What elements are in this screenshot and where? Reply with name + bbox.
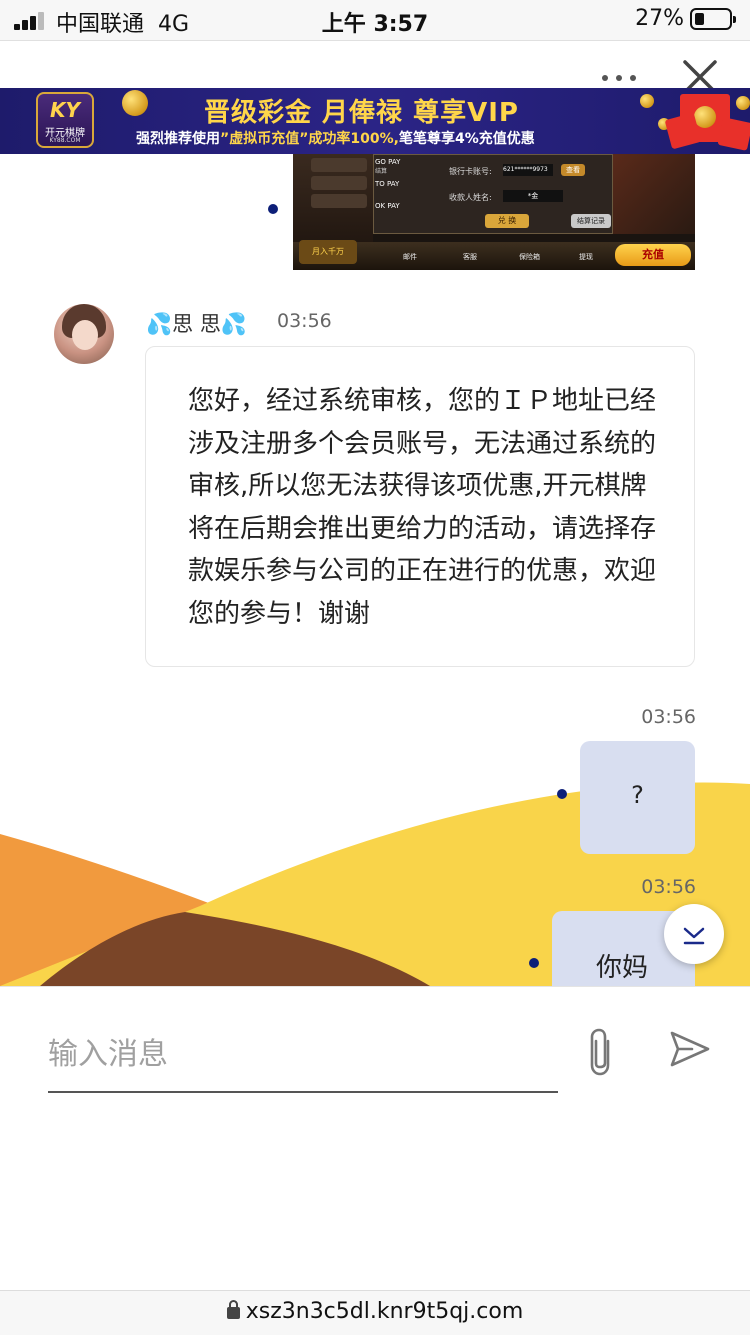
promo-tag: 月入千万 [299,240,357,264]
lock-icon [226,1300,240,1319]
message-input[interactable] [48,1017,558,1093]
chat-messages-area[interactable]: GO PAY TO PAY OK PAY 结算 银行卡账号: 621******… [0,154,750,986]
message-composer [0,986,750,1291]
read-indicator [268,204,278,214]
image-message-game-screenshot[interactable]: GO PAY TO PAY OK PAY 结算 银行卡账号: 621******… [293,154,695,270]
bank-account-value: 621******9973 [503,164,553,176]
read-indicator [529,958,539,968]
nav-service: 客服 [463,253,477,261]
agent-message-text: 您好，经过系统审核，您的ＩＰ地址已经涉及注册多个会员账号，无法通过系统的审核,所… [188,386,657,629]
records-button: 结算记录 [571,214,611,228]
more-horizontal-icon[interactable] [596,61,642,81]
promo-banner[interactable]: KY 开元棋牌 KY88.COM 晋级彩金 月俸禄 尊享VIP 强烈推荐使用”虚… [0,88,750,154]
message-timestamp: 03:56 [641,706,696,728]
gold-coin-icon [122,90,148,116]
banner-subtitle: 强烈推荐使用”虚拟币充值”成功率100%,笔笔尊享4%充值优惠 [136,131,535,147]
chat-toolbar [0,40,750,94]
message-timestamp: 03:56 [641,876,696,898]
user-message-bubble: ? [580,741,695,854]
battery-icon [690,8,736,30]
nav-safe: 保险箱 [519,253,540,261]
scroll-to-bottom-button[interactable] [664,904,724,964]
user-message-text: ? [631,781,644,809]
paperclip-icon[interactable] [584,1027,618,1077]
pay-option-okpay: OK PAY [375,202,400,210]
battery-percent: 27% [635,6,684,31]
status-bar: 中国联通 4G 上午 3:57 27% [0,0,750,40]
bank-account-label: 银行卡账号: [449,167,492,176]
url-text: xsz3n3c5dl.knr9t5qj.com [245,1299,524,1324]
browser-url-bar[interactable]: xsz3n3c5dl.knr9t5qj.com [0,1290,750,1335]
nav-mail: 邮件 [403,253,417,261]
message-timestamp: 03:56 [277,310,332,332]
pay-option-topay: TO PAY [375,180,400,188]
query-button: 查看 [561,164,585,176]
agent-avatar[interactable] [54,304,114,364]
pay-note: 结算 [375,168,388,175]
read-indicator [557,789,567,799]
kaiyuan-logo: KY 开元棋牌 KY88.COM [36,92,94,148]
send-icon[interactable] [668,1029,712,1069]
agent-name: 💦思 思💦 [146,312,247,336]
exchange-button: 兑 换 [485,214,529,228]
nav-withdraw: 提现 [579,253,593,261]
banner-title: 晋级彩金 月俸禄 尊享VIP [204,98,519,128]
user-message-text: 你妈 [596,953,649,983]
recharge-button: 充值 [615,244,691,266]
payee-name-value: *金 [503,190,563,202]
chevron-down-icon [683,927,705,945]
pay-option-gopay: GO PAY [375,158,401,166]
payee-name-label: 收款人姓名: [449,193,492,202]
